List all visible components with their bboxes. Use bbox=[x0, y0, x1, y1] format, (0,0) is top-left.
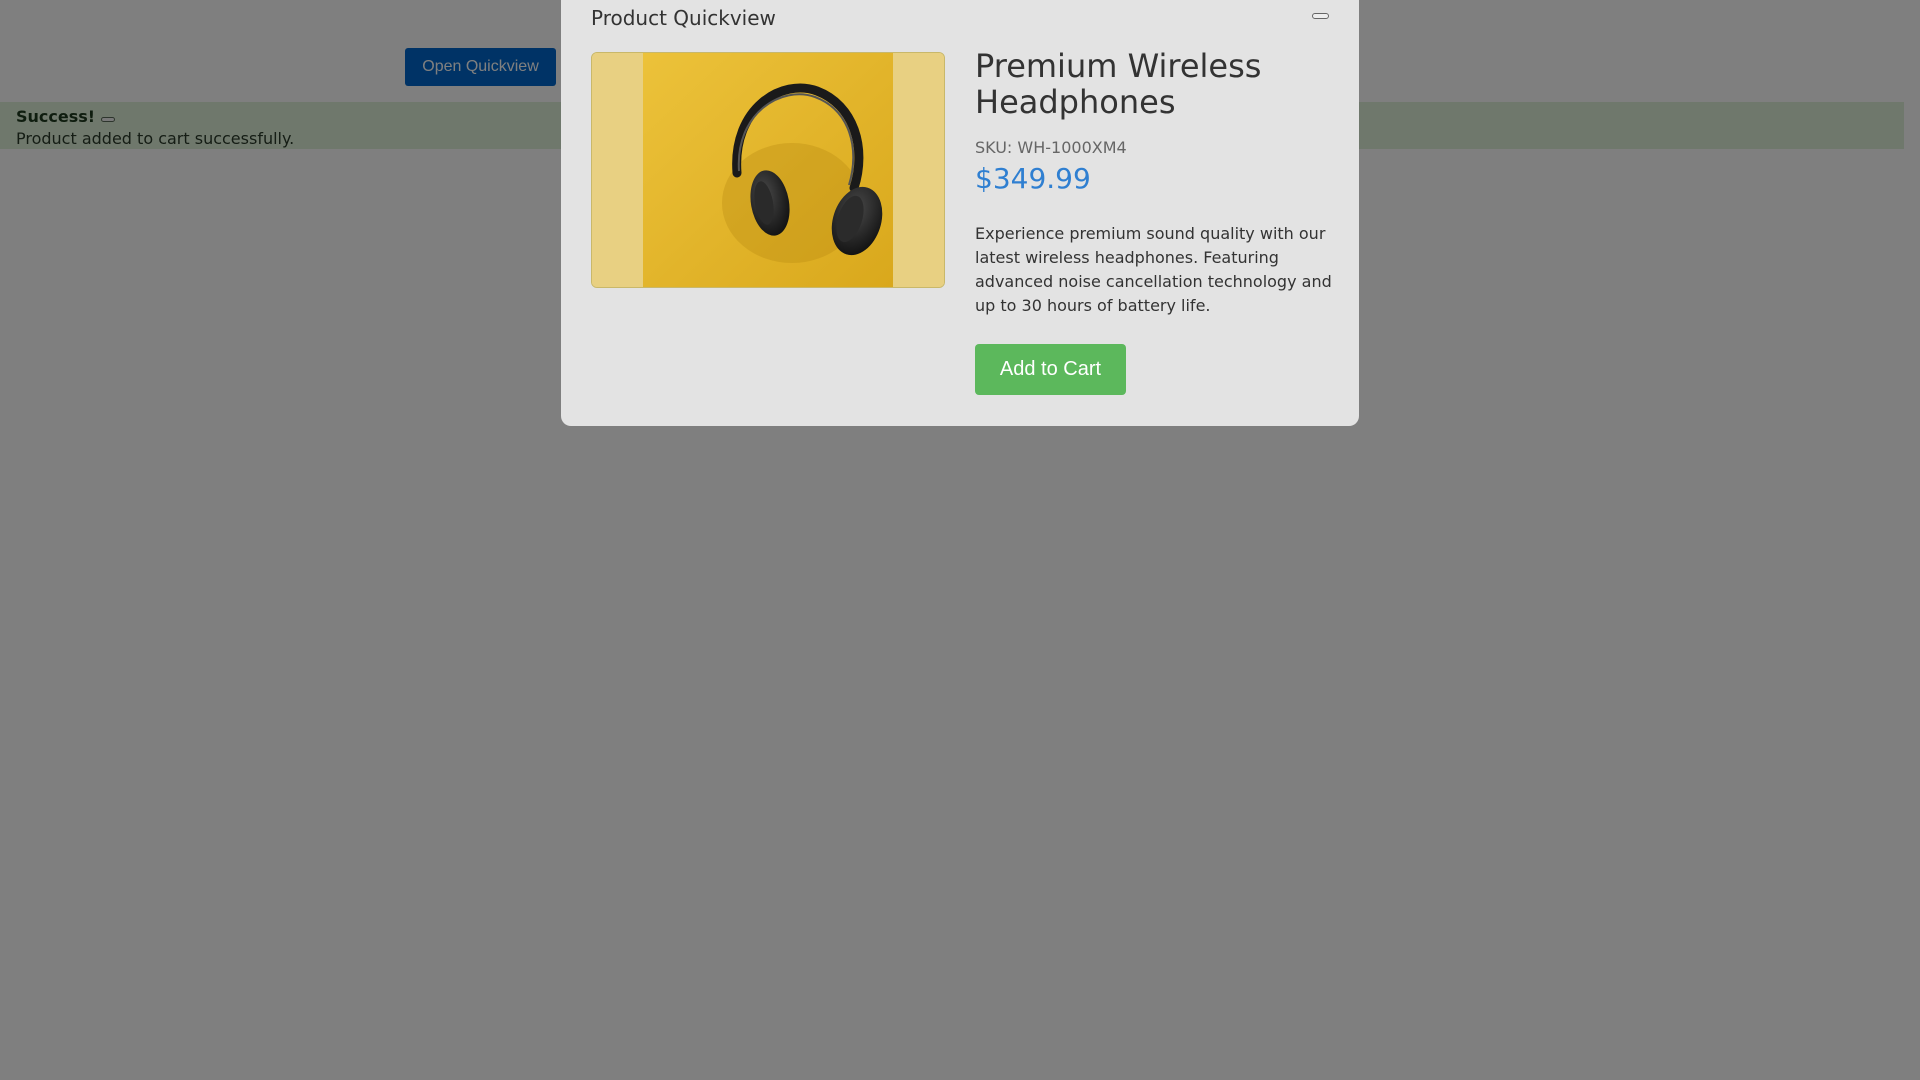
product-sku: SKU: WH-1000XM4 bbox=[975, 138, 1127, 157]
sku-label: SKU: bbox=[975, 138, 1018, 157]
product-description: Experience premium sound quality with ou… bbox=[975, 224, 1332, 315]
product-image bbox=[591, 52, 945, 288]
add-to-cart-button[interactable]: Add to Cart bbox=[975, 344, 1126, 395]
headphones-photo-icon bbox=[592, 53, 944, 287]
sku-value: WH-1000XM4 bbox=[1017, 138, 1127, 157]
product-name: Premium Wireless Headphones bbox=[975, 47, 1262, 121]
product-price: $349.99 bbox=[975, 162, 1091, 195]
quickview-modal: Product Quickview Premium Wireless Headp… bbox=[561, 0, 1359, 426]
modal-title: Product Quickview bbox=[591, 6, 776, 30]
modal-close-button[interactable] bbox=[1312, 13, 1329, 19]
page: Open Quickview Success! Product added to… bbox=[0, 0, 1920, 1080]
